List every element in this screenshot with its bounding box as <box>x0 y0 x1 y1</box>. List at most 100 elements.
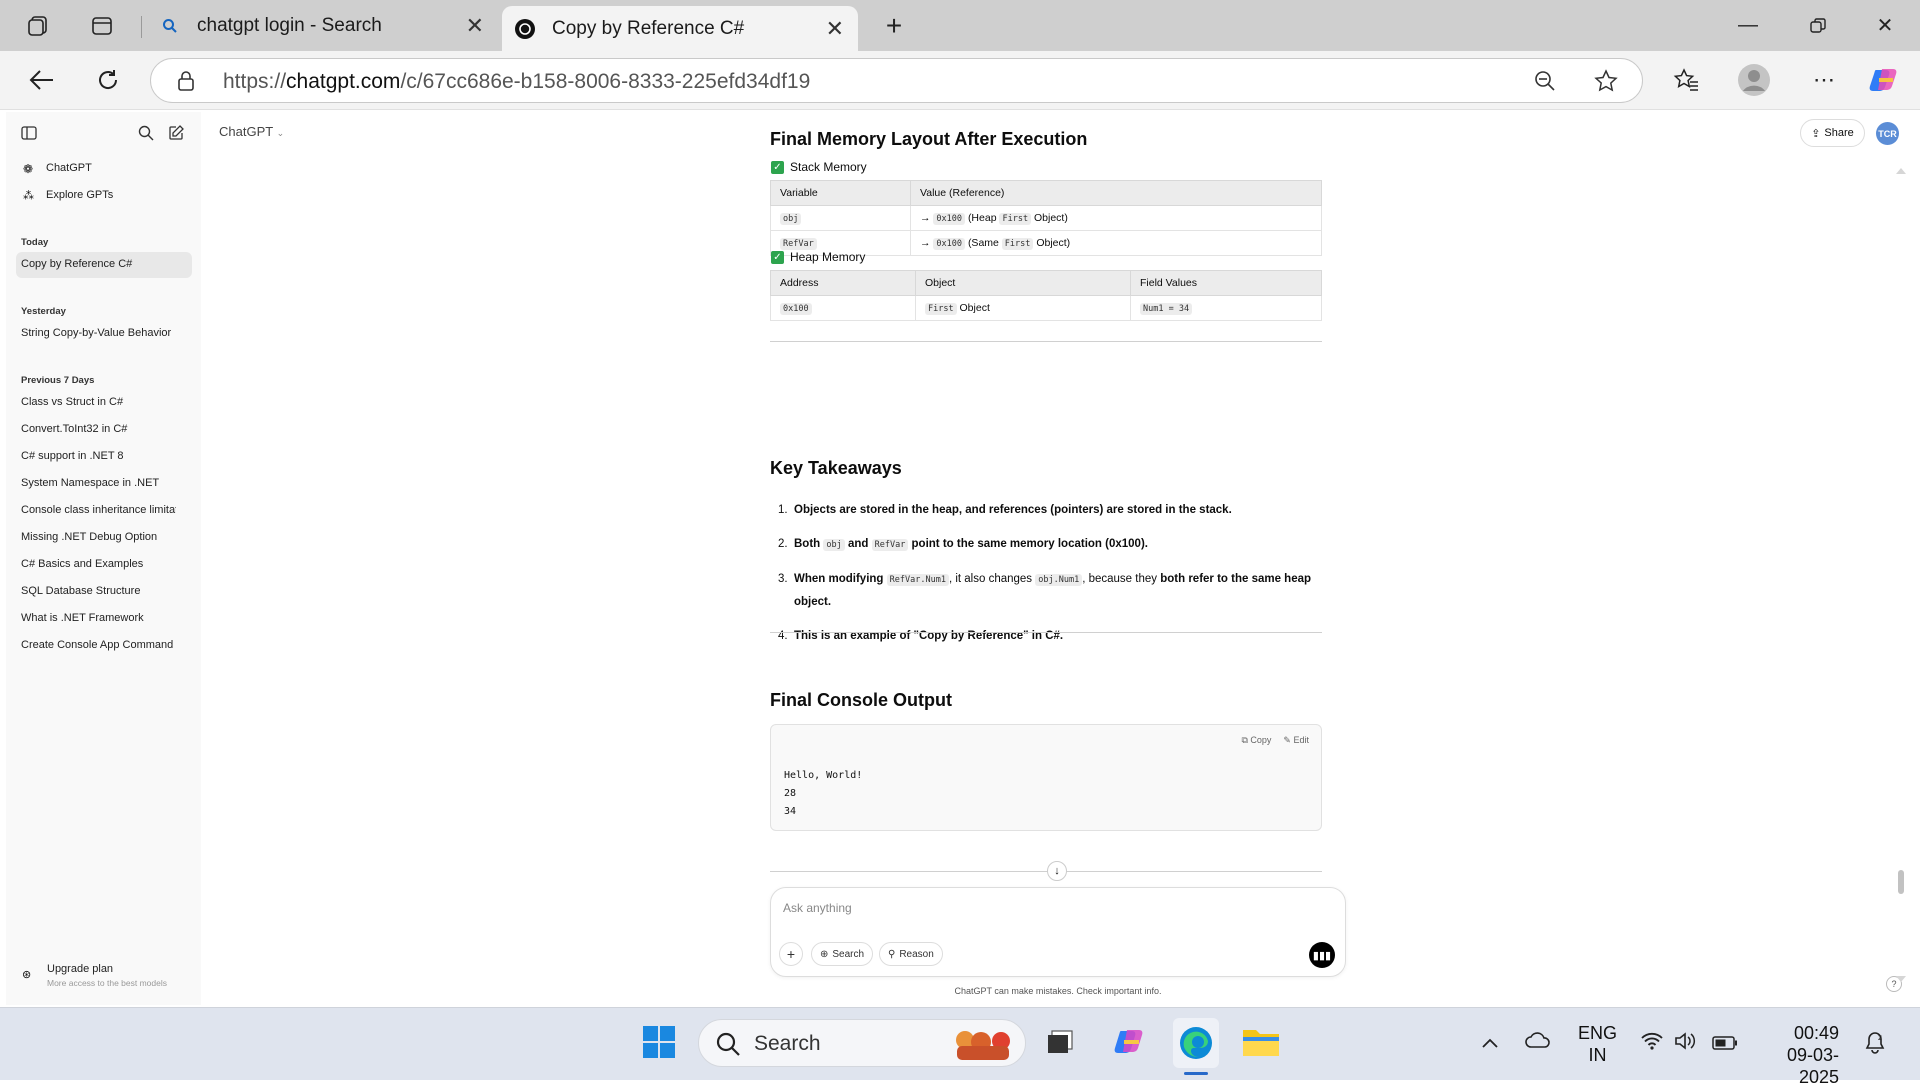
taskbar-search-label: Search <box>754 1032 821 1055</box>
address-bar[interactable]: https://chatgpt.com/c/67cc686e-b158-8006… <box>150 58 1643 103</box>
tab-chatgpt-login-search[interactable]: chatgpt login - Search ✕ <box>145 0 498 51</box>
search-icon <box>715 1031 741 1062</box>
attach-button[interactable]: + <box>779 942 803 966</box>
onedrive-icon[interactable] <box>1525 1031 1551 1054</box>
message-composer[interactable]: Ask anything + ⊕ Search ⚲ Reason ▮▮▮ <box>770 887 1346 977</box>
copilot-icon[interactable] <box>1866 62 1902 98</box>
settings-more-icon[interactable]: ⋯ <box>1806 62 1842 98</box>
edge-browser-icon[interactable] <box>1173 1018 1219 1068</box>
workspaces-icon[interactable] <box>24 12 52 40</box>
task-view-icon[interactable] <box>1040 1021 1082 1063</box>
clock-date: 09-03-2025 <box>1786 1045 1839 1087</box>
close-window-button[interactable]: ✕ <box>1850 0 1920 51</box>
search-chats-icon[interactable] <box>138 125 154 146</box>
new-tab-icon[interactable]: + <box>880 10 908 41</box>
tab-actions-icon[interactable] <box>88 12 116 40</box>
takeaway-text: When modifying <box>794 573 884 585</box>
new-chat-icon[interactable] <box>168 125 184 146</box>
notification-bell-icon[interactable]: z <box>1864 1030 1886 1059</box>
stack-memory-text: Stack Memory <box>790 160 867 174</box>
edit-code-button[interactable]: ✎ Edit <box>1283 735 1309 746</box>
inline-code: 0x100 <box>933 238 966 250</box>
windows-start-icon[interactable] <box>638 1021 680 1063</box>
sidebar-chat-item[interactable]: System Namespace in .NET <box>21 477 176 489</box>
inline-code: RefVar.Num1 <box>886 574 949 586</box>
copilot-app-icon[interactable] <box>1108 1021 1150 1063</box>
sidebar-chat-item[interactable]: What is .NET Framework <box>21 612 176 624</box>
user-avatar[interactable]: TCR <box>1876 122 1899 145</box>
close-tab-icon[interactable]: ✕ <box>826 16 844 42</box>
address-toolbar: https://chatgpt.com/c/67cc686e-b158-8006… <box>0 51 1920 110</box>
sidebar-toggle-icon[interactable] <box>21 126 37 145</box>
list-item: 4. This is an example of "Copy by Referen… <box>778 630 1064 642</box>
arrow-text: → <box>920 212 931 224</box>
table-cell: 0x100 <box>770 295 916 321</box>
tab-copy-by-reference[interactable]: Copy by Reference C# ✕ <box>502 6 858 51</box>
composer-placeholder[interactable]: Ask anything <box>783 901 852 915</box>
favorites-icon[interactable] <box>1668 62 1704 98</box>
zoom-out-icon[interactable] <box>1534 70 1556 97</box>
lock-icon[interactable] <box>177 70 195 97</box>
table-row: obj → 0x100 (Heap First Object) <box>770 205 1322 231</box>
disclaimer-text: ChatGPT can make mistakes. Check importa… <box>954 986 1162 996</box>
takeaway-text: and <box>847 538 869 550</box>
sidebar-chat-item[interactable]: Console class inheritance limitat <box>21 504 176 516</box>
share-button[interactable]: ⇪ Share <box>1800 119 1865 147</box>
url-text: https://chatgpt.com/c/67cc686e-b158-8006… <box>223 70 811 93</box>
upgrade-plan-button[interactable]: ⊛ Upgrade plan More access to the best m… <box>16 960 192 994</box>
sidebar-chat-item[interactable]: String Copy-by-Value Behavior <box>21 327 176 339</box>
scroll-down-button[interactable]: ↓ <box>1047 861 1067 881</box>
sidebar-chat-item[interactable]: Convert.ToInt32 in C# <box>21 423 176 435</box>
profile-avatar-icon[interactable] <box>1736 62 1772 98</box>
sidebar-chat-item[interactable]: C# Basics and Examples <box>21 558 176 570</box>
sidebar-item-explore-gpts[interactable]: Explore GPTs <box>46 189 201 201</box>
windows-taskbar: Search ENG IN 00:49 09-03-2025 z <box>0 1007 1920 1087</box>
copy-label: Copy <box>1250 735 1272 745</box>
share-label: Share <box>1824 127 1854 139</box>
model-selector[interactable]: ChatGPT ⌄ <box>219 124 284 139</box>
page-scrollbar[interactable] <box>1895 166 1907 986</box>
sidebar-chat-item[interactable]: Create Console App Command <box>21 639 176 651</box>
inline-code: obj <box>780 213 802 225</box>
file-explorer-icon[interactable] <box>1240 1021 1282 1063</box>
voice-mode-button[interactable]: ▮▮▮ <box>1309 942 1335 968</box>
wifi-icon[interactable] <box>1640 1032 1664 1055</box>
refresh-button[interactable] <box>90 62 126 98</box>
sidebar-chat-item[interactable]: C# support in .NET 8 <box>21 450 176 462</box>
sidebar-chat-item[interactable]: Copy by Reference C# <box>21 258 176 270</box>
back-button[interactable] <box>24 62 60 98</box>
cell-text: Object) <box>1036 237 1071 249</box>
tab-title: chatgpt login - Search <box>197 14 382 36</box>
clock[interactable]: 00:49 09-03-2025 <box>1759 1022 1839 1088</box>
clock-time: 00:49 <box>1793 1023 1839 1043</box>
show-hidden-icons[interactable] <box>1481 1032 1499 1054</box>
minimize-button[interactable]: — <box>1713 0 1783 51</box>
takeaways-list: 1. Objects are stored in the heap, and re… <box>770 499 1322 659</box>
search-label: Search <box>832 948 865 960</box>
reason-button[interactable]: ⚲ Reason <box>879 942 943 966</box>
sidebar-item-chatgpt[interactable]: ChatGPT <box>46 162 201 174</box>
takeaway-text: Both <box>794 538 821 550</box>
battery-icon[interactable] <box>1712 1033 1738 1055</box>
taskbar-search-box[interactable]: Search <box>698 1019 1026 1067</box>
tab-title: Copy by Reference C# <box>552 17 745 39</box>
table-header: Variable <box>770 180 911 206</box>
sidebar-group-yesterday: Yesterday <box>21 306 66 317</box>
code-line: 28 <box>784 788 797 799</box>
table-header-row: Variable Value (Reference) <box>770 180 1322 206</box>
copy-code-button[interactable]: ⧉ Copy <box>1241 735 1271 746</box>
cell-text: (Heap <box>967 212 997 224</box>
search-button[interactable]: ⊕ Search <box>811 942 874 966</box>
sidebar-chat-item[interactable]: Class vs Struct in C# <box>21 396 176 408</box>
stack-memory-label: ✓ Stack Memory <box>771 160 867 174</box>
divider <box>770 632 1322 633</box>
sidebar-chat-item[interactable]: SQL Database Structure <box>21 585 176 597</box>
favorite-star-icon[interactable] <box>1594 69 1618 98</box>
table-cell: → 0x100 (Same First Object) <box>910 230 1322 256</box>
close-tab-icon[interactable]: ✕ <box>466 13 484 39</box>
inline-code: First <box>925 303 957 315</box>
language-indicator[interactable]: ENG IN <box>1578 1022 1617 1066</box>
sidebar-chat-item[interactable]: Missing .NET Debug Option <box>21 531 176 543</box>
restore-button[interactable] <box>1783 0 1853 51</box>
volume-icon[interactable] <box>1674 1031 1696 1056</box>
